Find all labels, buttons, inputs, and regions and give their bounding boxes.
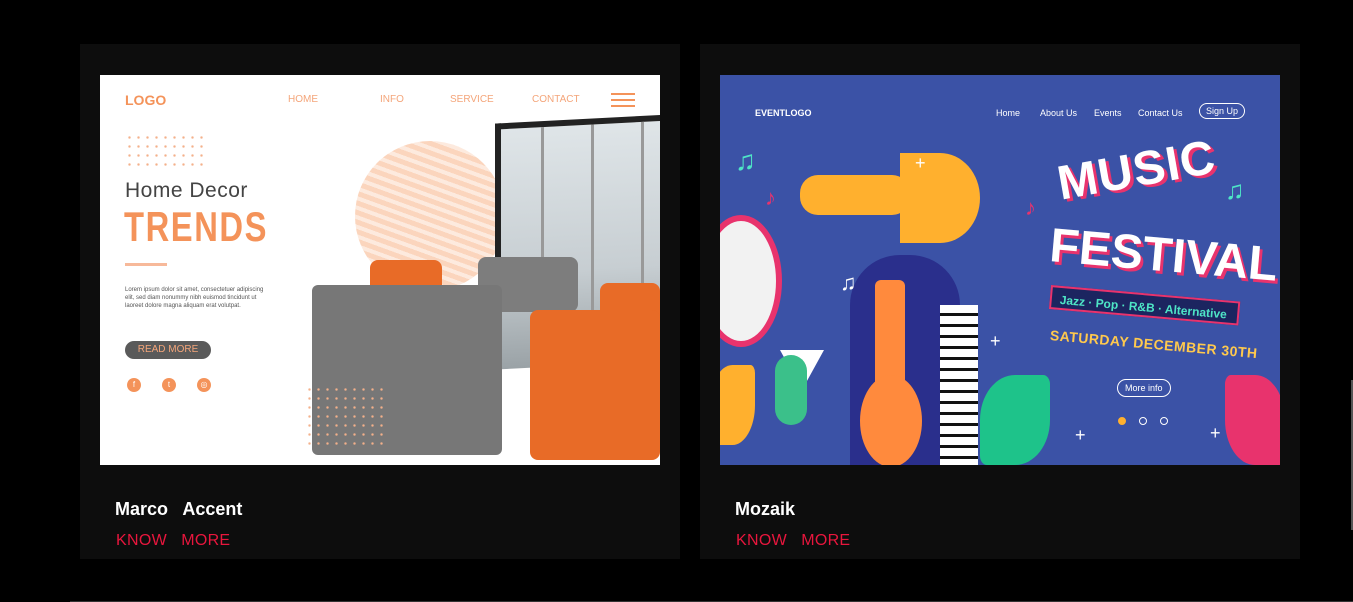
sparkle-icon: + — [1075, 425, 1086, 445]
preview-nav-item: SERVICE — [450, 94, 494, 105]
preview-subheading: FESTIVAL — [1047, 219, 1280, 292]
microphone-shape — [775, 355, 807, 425]
card-preview-image[interactable]: EVENTLOGO Home About Us Events Contact U… — [720, 75, 1280, 465]
dot-pattern — [305, 385, 385, 449]
preview-logo: EVENTLOGO — [755, 108, 812, 118]
card-title: Marco Accent — [115, 499, 243, 519]
instagram-icon: ◎ — [197, 378, 211, 392]
dot-pattern — [125, 133, 207, 169]
music-note-icon: ♫ — [735, 145, 756, 176]
portfolio-card: LOGO HOME INFO SERVICE CONTACT Home Deco… — [80, 44, 680, 559]
orange-armchair — [530, 310, 660, 460]
preview-signup-button: Sign Up — [1199, 103, 1246, 119]
music-note-icon: ♫ — [840, 270, 857, 295]
know-more-link[interactable]: KNOW MORE — [116, 532, 230, 550]
preview-nav-item: Home — [996, 108, 1021, 118]
leaf-shape — [980, 375, 1050, 465]
preview-nav-item: Contact Us — [1138, 108, 1183, 118]
sparkle-icon: + — [1210, 423, 1221, 443]
preview-body-text: Lorem ipsum dolor sit amet, consectetuer… — [125, 287, 264, 309]
event-date: SATURDAY DECEMBER 30TH — [1049, 327, 1259, 362]
trumpet-shape — [800, 175, 910, 215]
card-title: Mozaik — [735, 499, 796, 519]
pagination-dot — [1139, 417, 1147, 425]
preview-heading: Home Decor — [125, 179, 248, 202]
piano-keys-shape — [940, 305, 978, 465]
trumpet-bell-shape — [900, 153, 980, 243]
preview-nav-item: INFO — [380, 94, 404, 105]
preview-more-info-button: More info — [1117, 379, 1171, 397]
leaf-shape — [1225, 375, 1280, 465]
sparkle-icon: + — [915, 153, 926, 173]
preview-logo: LOGO — [125, 92, 167, 108]
know-more-link[interactable]: KNOW MORE — [736, 532, 850, 550]
preview-nav-item: CONTACT — [532, 94, 580, 105]
card-preview-image[interactable]: LOGO HOME INFO SERVICE CONTACT Home Deco… — [100, 75, 660, 465]
music-note-icon: ♪ — [1025, 195, 1036, 220]
guitar-body-shape — [860, 375, 922, 465]
preview-nav-item: Events — [1094, 108, 1122, 118]
leaf-shape — [720, 365, 755, 445]
sparkle-icon: + — [990, 331, 1001, 351]
twitter-icon: t — [162, 378, 176, 392]
genre-banner: Jazz · Pop · R&B · Alternative — [1048, 285, 1241, 326]
preview-subheading: TRENDS — [124, 203, 269, 250]
preview-heading: MUSIC — [1053, 130, 1220, 211]
facebook-icon: f — [127, 378, 141, 392]
music-note-icon: ♪ — [765, 185, 776, 210]
hamburger-icon — [611, 93, 635, 107]
portfolio-card: EVENTLOGO Home About Us Events Contact U… — [700, 44, 1300, 559]
music-note-icon: ♫ — [1225, 175, 1245, 205]
preview-nav-item: HOME — [288, 94, 318, 105]
read-more-button: READ MORE — [125, 341, 211, 359]
pagination-dot — [1160, 417, 1168, 425]
drum-shape — [720, 215, 782, 347]
pagination-dot-active — [1118, 417, 1126, 425]
divider — [125, 263, 167, 266]
preview-nav-item: About Us — [1040, 108, 1078, 118]
